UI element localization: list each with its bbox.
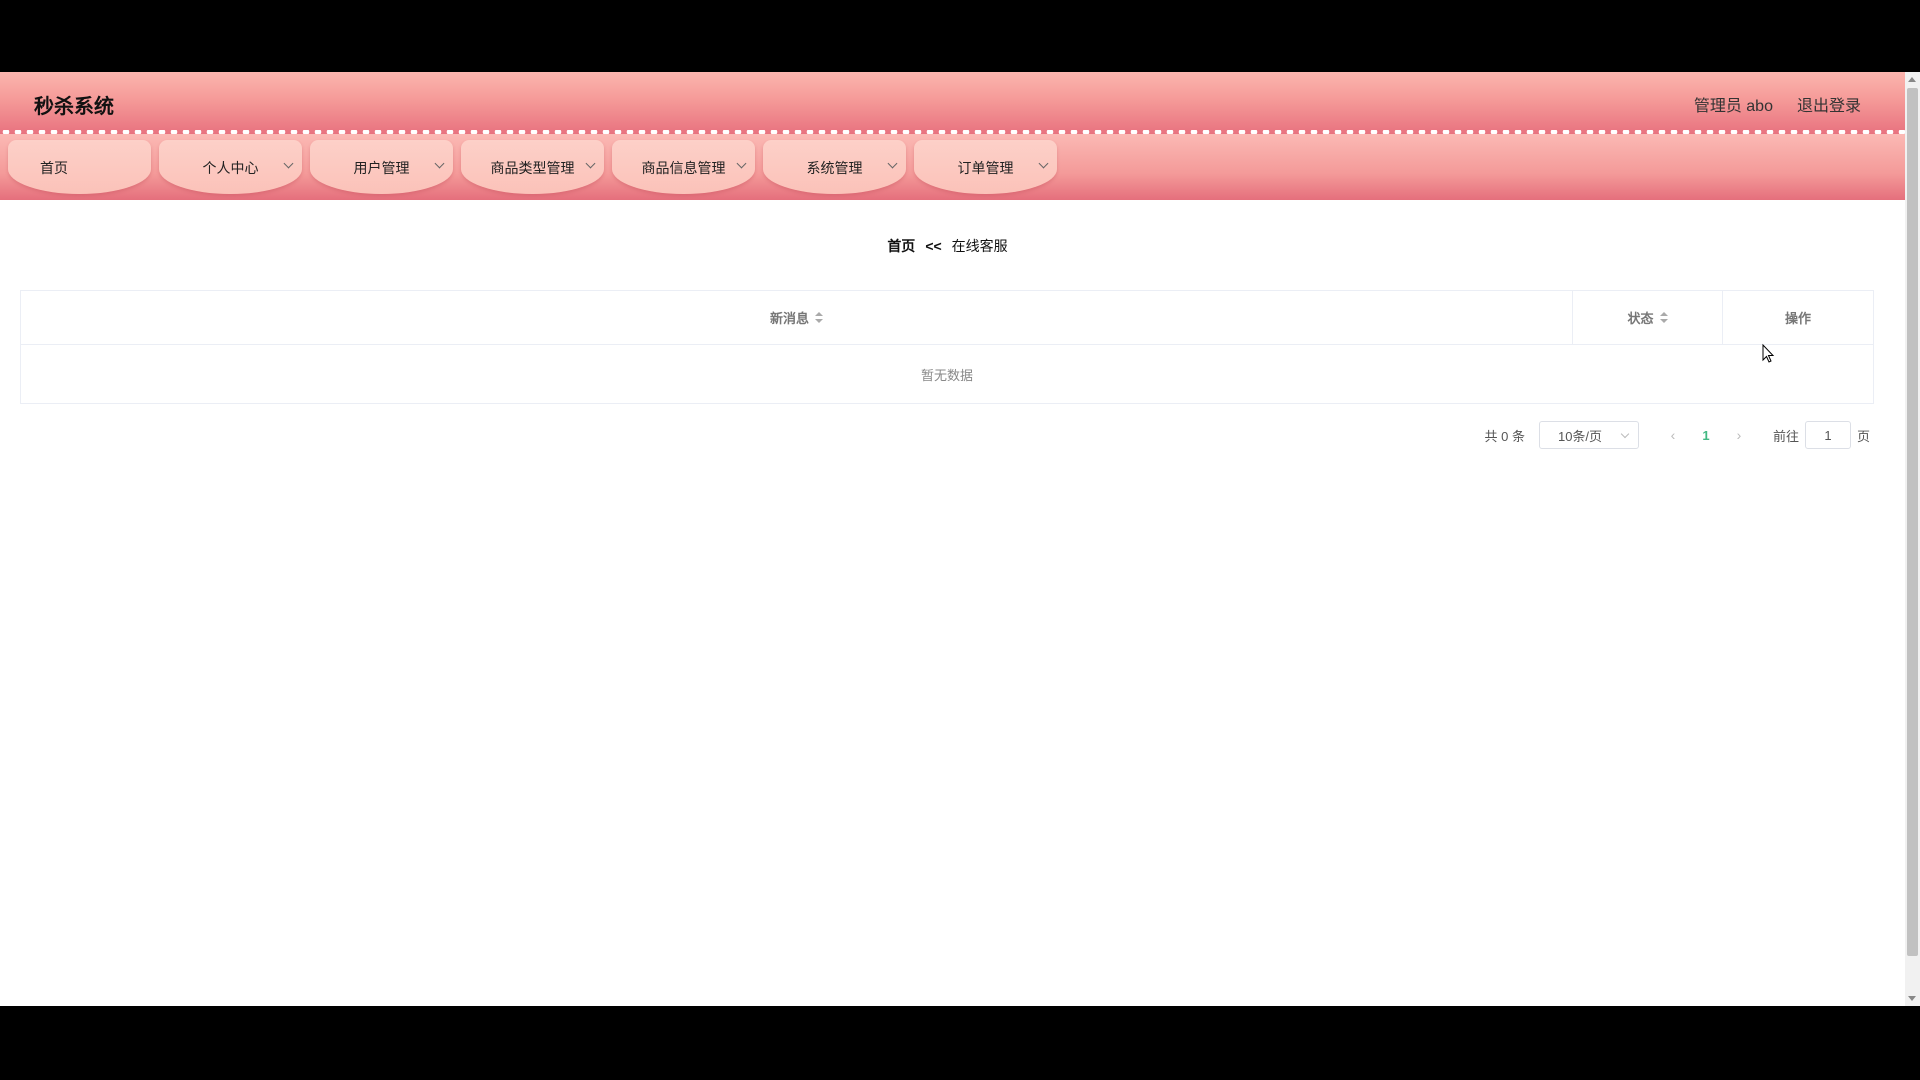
table-header: 新消息 状态 操作 <box>21 291 1873 345</box>
nav-item-label: 系统管理 <box>806 160 863 176</box>
next-page-button[interactable]: › <box>1725 427 1753 443</box>
nav-item-label: 订单管理 <box>957 160 1014 176</box>
app-window: 秒杀系统 管理员 abo 退出登录 首页 个人中心 用户管理 商品类型管理 商品… <box>0 72 1920 1006</box>
nav-item-home[interactable]: 首页 <box>8 140 151 194</box>
page-suffix-label: 页 <box>1856 428 1870 444</box>
messages-table: 新消息 状态 操作 暂无数据 <box>20 290 1874 404</box>
chevron-down-icon <box>1620 429 1630 439</box>
column-header-actions: 操作 <box>1723 291 1873 344</box>
pagination: 共 0 条 10条/页 ‹ 1 › 前往 页 <box>1484 420 1870 450</box>
column-header-new-message[interactable]: 新消息 <box>21 291 1573 344</box>
page-size-select[interactable]: 10条/页 <box>1538 421 1639 449</box>
header-user-area: 管理员 abo 退出登录 <box>1694 92 1861 116</box>
breadcrumb-current: 在线客服 <box>951 238 1008 254</box>
column-header-label: 状态 <box>1627 311 1654 326</box>
nav-item-personal-center[interactable]: 个人中心 <box>159 140 302 194</box>
nav-item-product-type-management[interactable]: 商品类型管理 <box>461 140 604 194</box>
nav-item-order-management[interactable]: 订单管理 <box>914 140 1057 194</box>
nav-item-product-info-management[interactable]: 商品信息管理 <box>612 140 755 194</box>
scrollbar-thumb[interactable] <box>1907 88 1918 956</box>
goto-label: 前往 <box>1772 428 1799 444</box>
goto-page-input[interactable] <box>1804 421 1851 449</box>
column-header-label: 新消息 <box>769 311 809 326</box>
scroll-down-arrow-icon[interactable] <box>1908 996 1916 1001</box>
app-title: 秒杀系统 <box>34 96 114 118</box>
main-nav: 首页 个人中心 用户管理 商品类型管理 商品信息管理 系统管理 订单管理 <box>0 134 1905 200</box>
top-header: 秒杀系统 管理员 abo 退出登录 <box>0 72 1905 134</box>
prev-page-button[interactable]: ‹ <box>1659 427 1687 443</box>
breadcrumb-separator: << <box>925 238 942 254</box>
sort-icon[interactable] <box>815 311 823 324</box>
page-number-current[interactable]: 1 <box>1687 428 1725 443</box>
breadcrumb-home[interactable]: 首页 <box>887 238 915 254</box>
nav-item-label: 商品信息管理 <box>641 160 726 176</box>
admin-user-label[interactable]: 管理员 abo <box>1694 92 1773 116</box>
logout-button[interactable]: 退出登录 <box>1797 92 1861 116</box>
sort-icon[interactable] <box>1659 311 1668 324</box>
empty-state: 暂无数据 <box>920 367 973 383</box>
scroll-up-arrow-icon[interactable] <box>1908 77 1916 82</box>
pagination-total: 共 0 条 <box>1484 428 1525 444</box>
column-header-status[interactable]: 状态 <box>1573 291 1723 344</box>
nav-item-label: 用户管理 <box>353 160 410 176</box>
nav-item-system-management[interactable]: 系统管理 <box>763 140 906 194</box>
column-header-label: 操作 <box>1784 311 1811 326</box>
page-size-value: 10条/页 <box>1557 428 1603 444</box>
nav-item-label: 商品类型管理 <box>490 160 575 176</box>
nav-item-label: 个人中心 <box>202 160 259 176</box>
breadcrumb: 首页 << 在线客服 <box>0 236 1895 256</box>
nav-item-user-management[interactable]: 用户管理 <box>310 140 453 194</box>
vertical-scrollbar[interactable] <box>1905 72 1920 1006</box>
mouse-cursor-icon <box>1762 343 1775 363</box>
